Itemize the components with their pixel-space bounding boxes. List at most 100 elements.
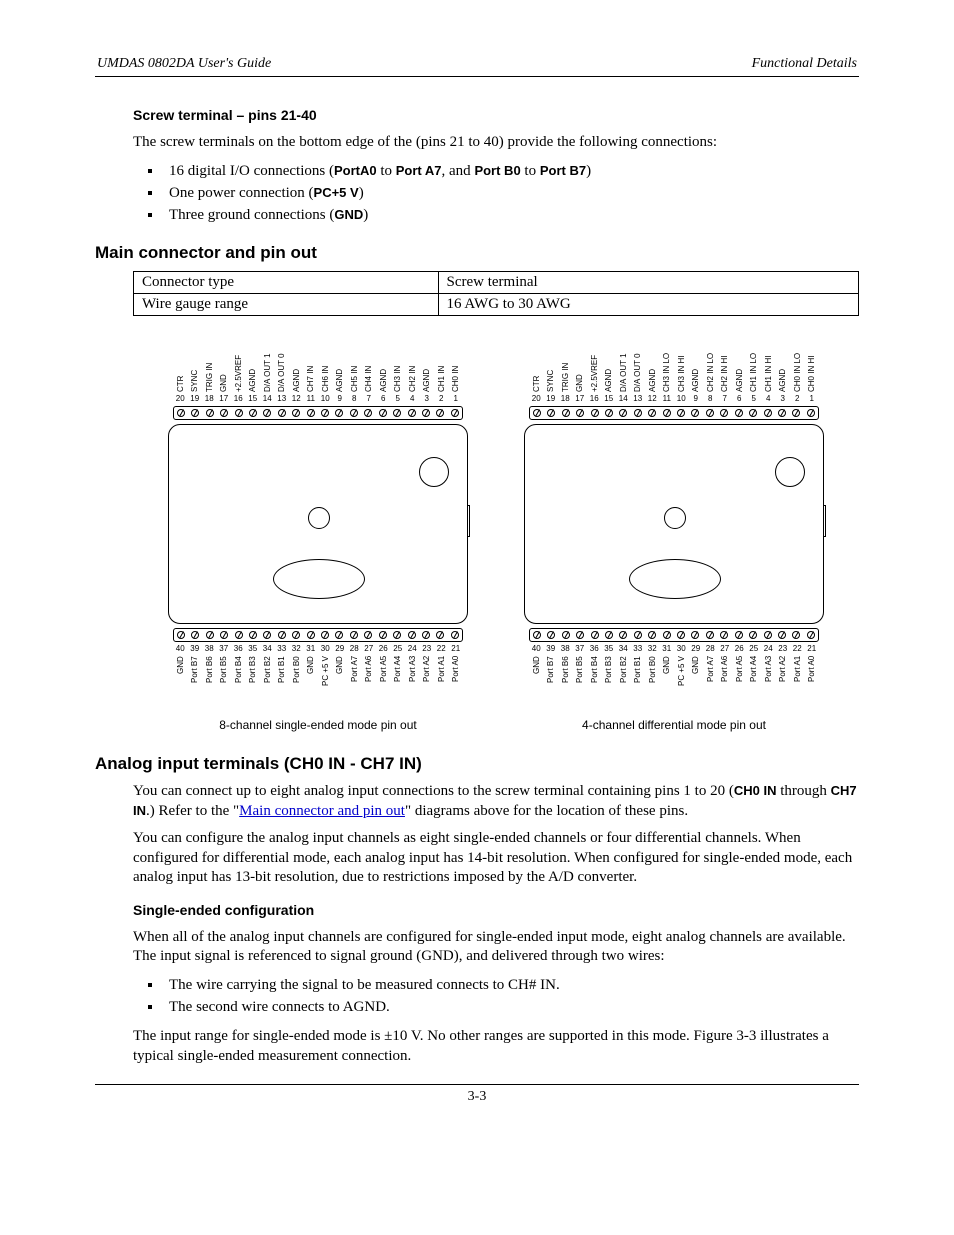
pin-column: 37Port B5 [217, 644, 232, 706]
t: ) [363, 207, 368, 223]
usb-port-icon [823, 505, 826, 537]
screw-hole-icon [591, 631, 599, 639]
pin-column: AGND9 [333, 332, 348, 404]
led-icon [308, 507, 330, 529]
bullet-ground: Three ground connections (GND) [163, 205, 859, 225]
screw-hole-icon [335, 631, 343, 639]
pin-number: 3 [425, 394, 429, 404]
screw-hole-icon [263, 409, 271, 417]
pin-column: 22Port A1 [790, 644, 805, 706]
pin-signal-name: GND [219, 332, 228, 392]
diagram-single-ended: CTR20SYNC19TRIG IN18GND17+2.5VREF16AGND1… [153, 332, 483, 732]
spec-value: Screw terminal [438, 272, 859, 294]
pin-column: 32Port B0 [645, 644, 660, 706]
pin-number: 33 [633, 644, 642, 654]
pin-number: 22 [437, 644, 446, 654]
pin-column: AGND9 [689, 332, 704, 404]
pin-column: 40GND [173, 644, 188, 706]
t: to [521, 163, 540, 179]
pin-signal-name: Port A5 [735, 656, 744, 706]
pin-number: 25 [393, 644, 402, 654]
screw-terminal-strip [529, 406, 819, 420]
pin-column: 28Port A7 [703, 644, 718, 706]
screw-hole-icon [677, 631, 685, 639]
diagram-caption: 4-channel differential mode pin out [582, 718, 766, 732]
connector-spec-table: Connector type Screw terminal Wire gauge… [133, 271, 859, 316]
pin-column: 30PC +5 V [674, 644, 689, 706]
pin-signal-name: Port B2 [263, 656, 272, 706]
pin-signal-name: Port B0 [292, 656, 301, 706]
screw-hole-icon [235, 409, 243, 417]
screw-hole-icon [764, 631, 772, 639]
pin-signal-name: Port B1 [277, 656, 286, 706]
screw-hole-icon [663, 409, 671, 417]
t: ) [586, 163, 591, 179]
pin-number: 2 [439, 394, 443, 404]
t: Three ground connections ( [169, 207, 334, 223]
pin-signal-name: Port A5 [379, 656, 388, 706]
screw-hole-icon [379, 631, 387, 639]
screw-hole-icon [735, 631, 743, 639]
pin-signal-name: TRIG IN [561, 332, 570, 392]
pin-signal-name: AGND [691, 332, 700, 392]
link-main-connector[interactable]: Main connector and pin out [239, 803, 405, 819]
pin-number: 13 [277, 394, 286, 404]
pin-column: CH6 IN10 [318, 332, 333, 404]
t: .) Refer to the " [146, 803, 239, 819]
pin-signal-name: CH3 IN HI [677, 332, 686, 392]
pin-signal-name: Port B6 [561, 656, 570, 706]
mounting-hole-icon [775, 457, 805, 487]
pin-column: CH1 IN HI4 [761, 332, 776, 404]
screw-hole-icon [422, 409, 430, 417]
screw-hole-icon [321, 631, 329, 639]
screw-hole-icon [350, 409, 358, 417]
pin-number: 29 [335, 644, 344, 654]
pin-column: 21Port A0 [449, 644, 464, 706]
screw-hole-icon [220, 409, 228, 417]
t: PC+5 V [314, 185, 359, 200]
pin-column: CTR20 [173, 332, 188, 404]
pin-signal-name: GND [575, 332, 584, 392]
pin-column: AGND6 [376, 332, 391, 404]
pin-number: 5 [396, 394, 400, 404]
pin-number: 19 [190, 394, 199, 404]
pin-signal-name: CH0 IN [451, 332, 460, 392]
pin-number: 18 [561, 394, 570, 404]
screw-hole-icon [562, 409, 570, 417]
pin-column: 35Port B3 [602, 644, 617, 706]
pin-column: CH2 IN4 [405, 332, 420, 404]
pin-signal-name: CH4 IN [364, 332, 373, 392]
pin-column: AGND12 [645, 332, 660, 404]
pin-number: 31 [662, 644, 671, 654]
pin-number: 20 [532, 394, 541, 404]
pin-signal-name: AGND [379, 332, 388, 392]
pin-signal-name: Port A4 [749, 656, 758, 706]
pin-signal-name: AGND [604, 332, 613, 392]
pin-column: AGND6 [732, 332, 747, 404]
screw-hole-icon [691, 631, 699, 639]
header-left: UMDAS 0802DA User's Guide [97, 56, 271, 72]
pin-signal-name: CH7 IN [306, 332, 315, 392]
screw-hole-icon [691, 409, 699, 417]
screw-hole-icon [249, 631, 257, 639]
screw-hole-icon [619, 631, 627, 639]
screw-hole-icon [249, 409, 257, 417]
screw-intro: The screw terminals on the bottom edge o… [133, 133, 859, 153]
pin-column: AGND15 [246, 332, 261, 404]
pin-column: D/A OUT 013 [631, 332, 646, 404]
pin-number: 5 [752, 394, 756, 404]
screw-hole-icon [206, 631, 214, 639]
screw-hole-icon [278, 631, 286, 639]
pin-column: CH3 IN LO11 [660, 332, 675, 404]
pin-number: 21 [807, 644, 816, 654]
pin-signal-name: D/A OUT 0 [277, 332, 286, 392]
pin-signal-name: Port A4 [393, 656, 402, 706]
pin-signal-name: AGND [422, 332, 431, 392]
pin-labels-bottom: 40GND39Port B738Port B637Port B536Port B… [529, 644, 819, 706]
spec-key: Connector type [134, 272, 439, 294]
screw-terminal-strip [173, 406, 463, 420]
pin-signal-name: D/A OUT 1 [619, 332, 628, 392]
pin-signal-name: CH0 IN HI [807, 332, 816, 392]
pin-number: 24 [408, 644, 417, 654]
pin-signal-name: Port A3 [408, 656, 417, 706]
